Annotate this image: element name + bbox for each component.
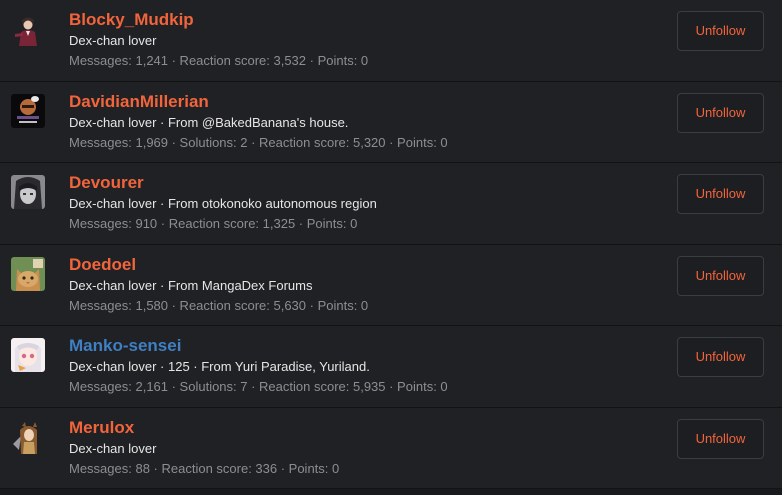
member-title: Dex-chan lover · 125 · From Yuri Paradis… <box>69 359 370 374</box>
following-list: Blocky_Mudkip Dex-chan lover Messages: 1… <box>0 0 782 489</box>
unfollow-button[interactable]: Unfollow <box>677 337 764 377</box>
avatar-monochrome-manga-icon[interactable] <box>11 175 45 209</box>
member-title: Dex-chan lover · From otokonoko autonomo… <box>69 196 377 211</box>
unfollow-button[interactable]: Unfollow <box>677 255 764 296</box>
member-stats: Messages: 88 · Reaction score: 336 · Poi… <box>69 460 340 476</box>
member-name[interactable]: Devourer <box>69 172 662 194</box>
member-title: Dex-chan lover <box>69 33 157 48</box>
member-row: DavidianMillerian Dex-chan lover · From … <box>0 81 782 163</box>
member-row: Merulox Dex-chan lover Messages: 88 · Re… <box>0 407 782 489</box>
member-name[interactable]: Doedoel <box>69 254 662 276</box>
member-name[interactable]: Blocky_Mudkip <box>69 9 662 31</box>
member-name[interactable]: DavidianMillerian <box>69 91 662 113</box>
avatar-cat-icon[interactable] <box>11 256 45 291</box>
member-stats: Messages: 910 · Reaction score: 1,325 · … <box>69 216 358 231</box>
member-row: Devourer Dex-chan lover · From otokonoko… <box>0 163 782 245</box>
unfollow-button[interactable]: Unfollow <box>677 92 764 133</box>
unfollow-button[interactable]: Unfollow <box>677 11 764 51</box>
member-name[interactable]: Merulox <box>69 417 662 439</box>
unfollow-button[interactable]: Unfollow <box>677 174 764 214</box>
member-row: Doedoel Dex-chan lover · From MangaDex F… <box>0 244 782 326</box>
member-name[interactable]: Manko-sensei <box>69 335 662 357</box>
member-row: Manko-sensei Dex-chan lover · 125 · From… <box>0 326 782 408</box>
member-title: Dex-chan lover <box>69 440 157 456</box>
member-stats: Messages: 2,161 · Solutions: 7 · Reactio… <box>69 379 448 394</box>
member-stats: Messages: 1,580 · Reaction score: 5,630 … <box>69 297 369 313</box>
member-stats: Messages: 1,969 · Solutions: 2 · Reactio… <box>69 134 448 150</box>
avatar-anime-girl-icon[interactable] <box>11 338 45 372</box>
unfollow-button[interactable]: Unfollow <box>677 418 764 459</box>
avatar-thought-bubble-icon[interactable] <box>11 93 45 128</box>
avatar-suited-man-icon[interactable] <box>11 12 45 46</box>
member-row: Blocky_Mudkip Dex-chan lover Messages: 1… <box>0 0 782 82</box>
member-stats: Messages: 1,241 · Reaction score: 3,532 … <box>69 53 369 68</box>
member-title: Dex-chan lover · From @BakedBanana's hou… <box>69 114 349 130</box>
avatar-wolf-girl-icon[interactable] <box>11 419 45 454</box>
member-title: Dex-chan lover · From MangaDex Forums <box>69 277 313 293</box>
